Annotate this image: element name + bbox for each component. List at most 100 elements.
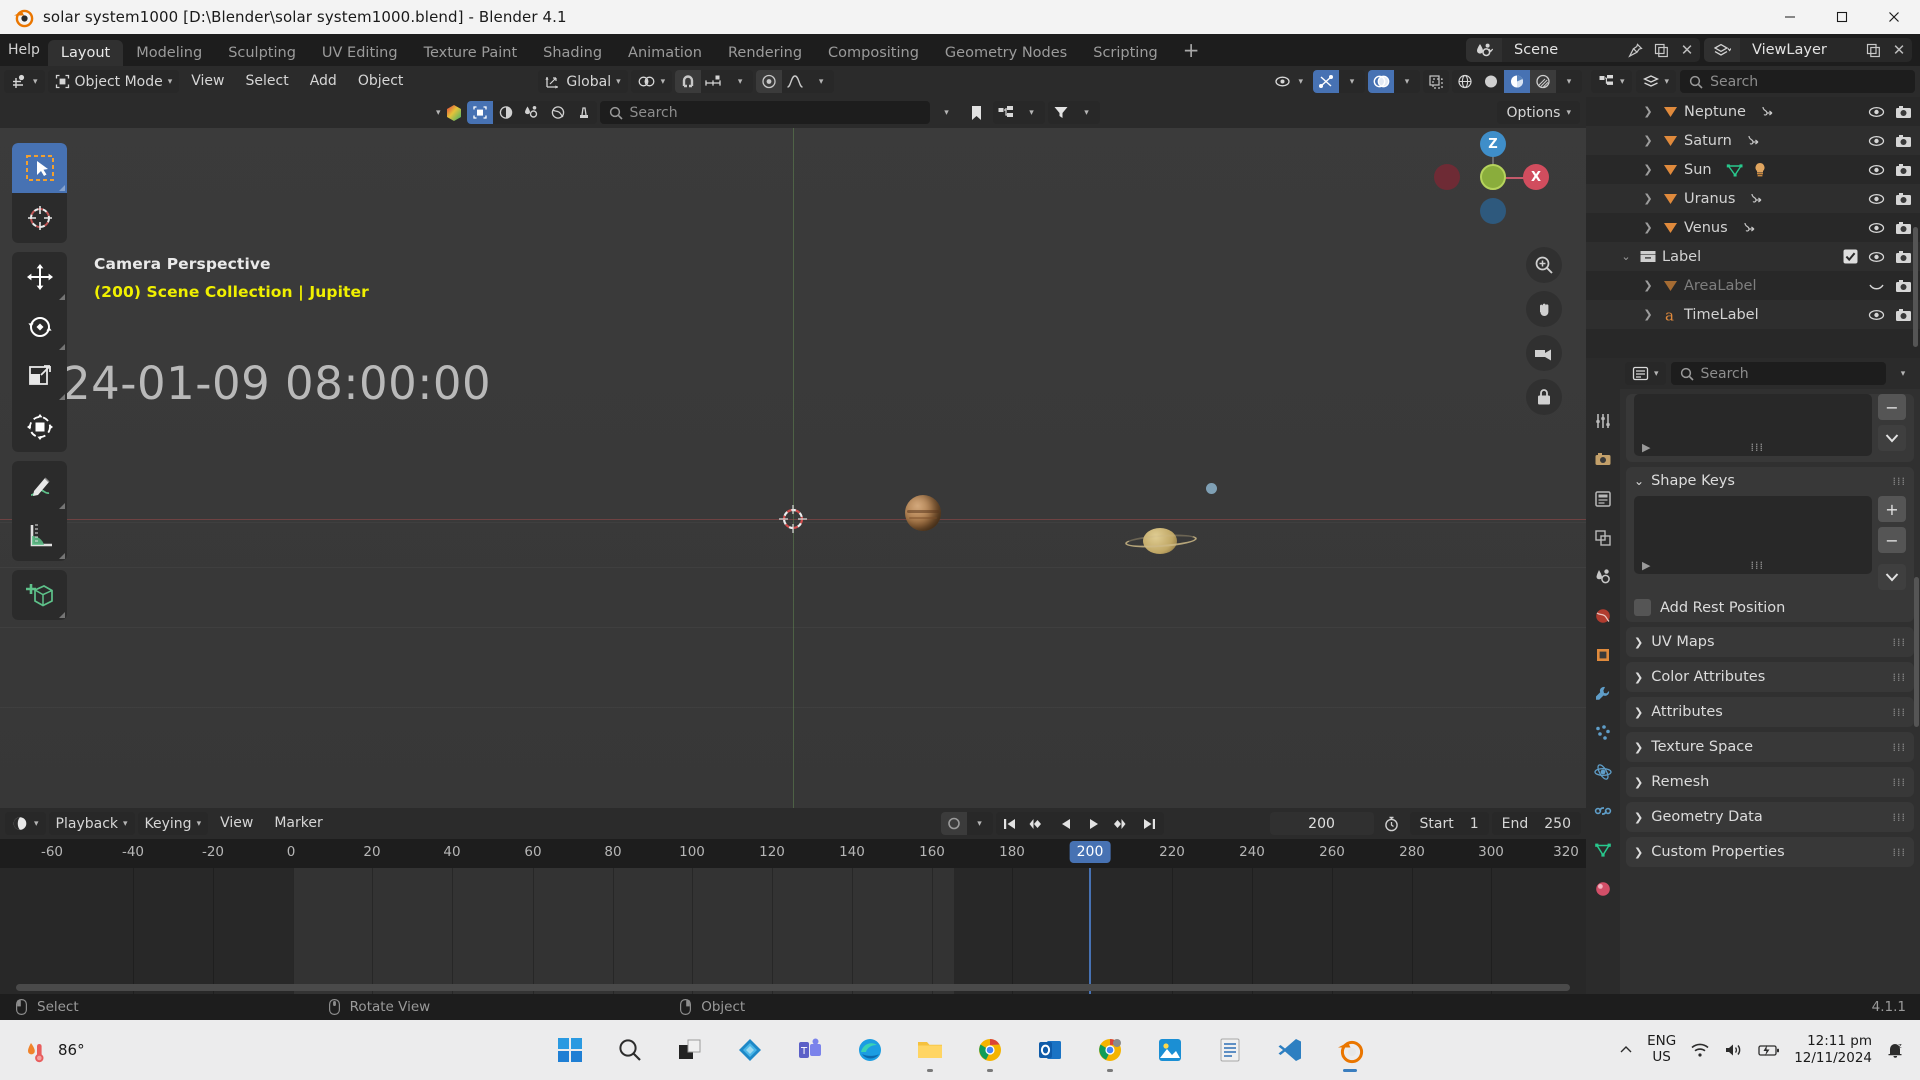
- disable-in-render-icon[interactable]: [1895, 163, 1912, 177]
- jump-to-next-keyframe-button[interactable]: [1108, 812, 1136, 835]
- disable-in-render-icon[interactable]: [1895, 221, 1912, 235]
- timeline-track-area[interactable]: [0, 868, 1586, 994]
- disable-in-render-icon[interactable]: [1895, 279, 1912, 293]
- auto-keying-chevron-icon[interactable]: ▾: [967, 812, 993, 835]
- weather-widget[interactable]: 86°: [24, 1035, 85, 1065]
- expand-triangle-icon[interactable]: ❯: [1638, 308, 1658, 321]
- snapping-group[interactable]: ▾: [675, 70, 754, 93]
- hide-in-viewport-icon[interactable]: [1868, 308, 1885, 322]
- object-name[interactable]: TimeLabel: [1682, 307, 1759, 323]
- collapse-chevron-icon[interactable]: ⌄: [1634, 474, 1644, 488]
- auto-keying-group[interactable]: ▾: [940, 812, 993, 835]
- tab-layout[interactable]: Layout: [47, 40, 124, 66]
- object-properties-tab[interactable]: [1590, 642, 1616, 668]
- panel-texture-space[interactable]: ❯ Texture Space ⁞⁞⁞: [1626, 732, 1914, 762]
- properties-options-icon[interactable]: ▾: [1891, 369, 1915, 379]
- add-rest-position-row[interactable]: Add Rest Position: [1634, 599, 1906, 616]
- grip-dots-icon[interactable]: ⁞⁞⁞: [1893, 776, 1907, 789]
- add-cube-tool[interactable]: [12, 570, 67, 620]
- material-properties-tab[interactable]: [1590, 876, 1616, 902]
- clock-widget[interactable]: 12:11 pm 12/11/2024: [1794, 1033, 1872, 1067]
- shape-keys-header[interactable]: ⌄ Shape Keys ⁞⁞⁞: [1634, 473, 1906, 489]
- gizmo-toggle-group[interactable]: ▾: [1313, 70, 1365, 93]
- filter-brushes-icon[interactable]: [571, 101, 597, 124]
- tray-expand-icon[interactable]: [1619, 1043, 1633, 1057]
- panel-color-attributes[interactable]: ❯ Color Attributes ⁞⁞⁞: [1626, 662, 1914, 692]
- hierarchy-chevron-icon[interactable]: ▾: [1019, 101, 1045, 124]
- outliner-tree[interactable]: ❯ Neptune ❯ Saturn ❯ Sun ❯ Uranus ❯ Venu…: [1586, 97, 1920, 358]
- grip-dots-icon[interactable]: ⁞⁞⁞: [1893, 636, 1907, 649]
- expand-chevron-icon[interactable]: ❯: [1634, 671, 1643, 684]
- blender-color-icon[interactable]: [444, 103, 464, 123]
- expand-triangle-icon[interactable]: ❯: [1638, 105, 1658, 118]
- timeline-horizontal-scrollbar[interactable]: [16, 984, 1570, 991]
- gizmo-axis-z[interactable]: Z: [1480, 131, 1506, 157]
- jump-to-previous-keyframe-button[interactable]: [1024, 812, 1052, 835]
- outliner-row-uranus[interactable]: ❯ Uranus: [1586, 184, 1920, 213]
- filter-worlds-icon[interactable]: [545, 101, 571, 124]
- material-preview-shading-icon[interactable]: [1504, 70, 1530, 93]
- filter-objects-icon[interactable]: [466, 101, 493, 124]
- notepad-button[interactable]: [1207, 1027, 1253, 1073]
- gizmo-axis-neg-x[interactable]: [1434, 164, 1460, 190]
- tab-uv-editing[interactable]: UV Editing: [309, 40, 411, 66]
- pan-view-icon[interactable]: [1526, 291, 1562, 327]
- hide-in-viewport-icon[interactable]: [1868, 279, 1885, 293]
- outliner-filter-group[interactable]: [466, 101, 597, 124]
- collection-name[interactable]: Label: [1660, 249, 1701, 265]
- tweak-select-box-tool[interactable]: [12, 143, 67, 193]
- object-name[interactable]: Sun: [1682, 162, 1712, 178]
- viewlayer-name[interactable]: ViewLayer: [1740, 42, 1860, 58]
- solid-shading-icon[interactable]: [1478, 70, 1504, 93]
- expand-arrow-icon[interactable]: ▶: [1642, 441, 1650, 454]
- grip-dots-icon[interactable]: ⁞⁞⁞: [1750, 559, 1764, 572]
- outliner-search-field[interactable]: Search: [1680, 70, 1915, 93]
- outliner-row-arealabel[interactable]: ❯ AreaLabel: [1586, 271, 1920, 300]
- playhead-frame-label[interactable]: 200: [1069, 841, 1111, 863]
- play-button[interactable]: [1080, 812, 1108, 835]
- hide-in-viewport-icon[interactable]: [1868, 134, 1885, 148]
- bookmark-icon[interactable]: [964, 105, 990, 121]
- gizmo-chevron-icon[interactable]: ▾: [1339, 70, 1365, 93]
- task-view-button[interactable]: [667, 1027, 713, 1073]
- object-name[interactable]: Saturn: [1682, 133, 1732, 149]
- view-layer-properties-tab[interactable]: [1590, 525, 1616, 551]
- vscode-button[interactable]: [1267, 1027, 1313, 1073]
- outliner-row-sun[interactable]: ❯ Sun: [1586, 155, 1920, 184]
- show-overlays-icon[interactable]: [1368, 70, 1394, 93]
- outliner-scrollbar[interactable]: [1913, 227, 1918, 347]
- filter-chevron-icon[interactable]: ▾: [436, 108, 441, 118]
- taskbar-search-button[interactable]: [607, 1027, 653, 1073]
- editor-type-selector[interactable]: ▾: [4, 70, 45, 93]
- current-frame-field[interactable]: 200: [1269, 812, 1374, 835]
- disable-in-render-icon[interactable]: [1895, 134, 1912, 148]
- vertex-group-specials-button[interactable]: [1878, 425, 1906, 451]
- physics-properties-tab[interactable]: [1590, 759, 1616, 785]
- expand-chevron-icon[interactable]: ❯: [1634, 706, 1643, 719]
- expand-chevron-icon[interactable]: ❯: [1634, 776, 1643, 789]
- xray-icon[interactable]: [1423, 70, 1449, 93]
- hide-in-viewport-icon[interactable]: [1868, 163, 1885, 177]
- snap-to-selector[interactable]: [701, 70, 727, 93]
- grip-dots-icon[interactable]: ⁞⁞⁞: [1893, 811, 1907, 824]
- tab-sculpting[interactable]: Sculpting: [215, 40, 309, 66]
- timeline-menu-playback[interactable]: Playback ▾: [48, 812, 135, 835]
- remove-scene-icon[interactable]: ✕: [1674, 38, 1700, 62]
- properties-search-field[interactable]: Search: [1670, 362, 1886, 385]
- filter-icon[interactable]: [1048, 101, 1074, 124]
- falloff-chevron-icon[interactable]: ▾: [808, 70, 834, 93]
- disable-in-render-icon[interactable]: [1895, 192, 1912, 206]
- hide-in-viewport-icon[interactable]: [1868, 192, 1885, 206]
- hide-in-viewport-icon[interactable]: [1868, 221, 1885, 235]
- object-name[interactable]: Neptune: [1682, 104, 1746, 120]
- new-scene-icon[interactable]: [1648, 38, 1674, 62]
- navigation-gizmo[interactable]: Z X: [1434, 119, 1549, 229]
- panel-vertex-groups[interactable]: ▶ ⁞⁞⁞ −: [1626, 394, 1914, 462]
- expand-triangle-icon[interactable]: ❯: [1638, 192, 1658, 205]
- scene-selector[interactable]: Scene ✕: [1466, 38, 1700, 62]
- transform-orientation-selector[interactable]: Global ▾: [538, 70, 628, 93]
- pivot-point-selector[interactable]: ▾: [630, 70, 673, 93]
- panel-remesh[interactable]: ❯ Remesh ⁞⁞⁞: [1626, 767, 1914, 797]
- gizmo-axis-x[interactable]: X: [1523, 164, 1549, 190]
- tab-shading[interactable]: Shading: [530, 40, 615, 66]
